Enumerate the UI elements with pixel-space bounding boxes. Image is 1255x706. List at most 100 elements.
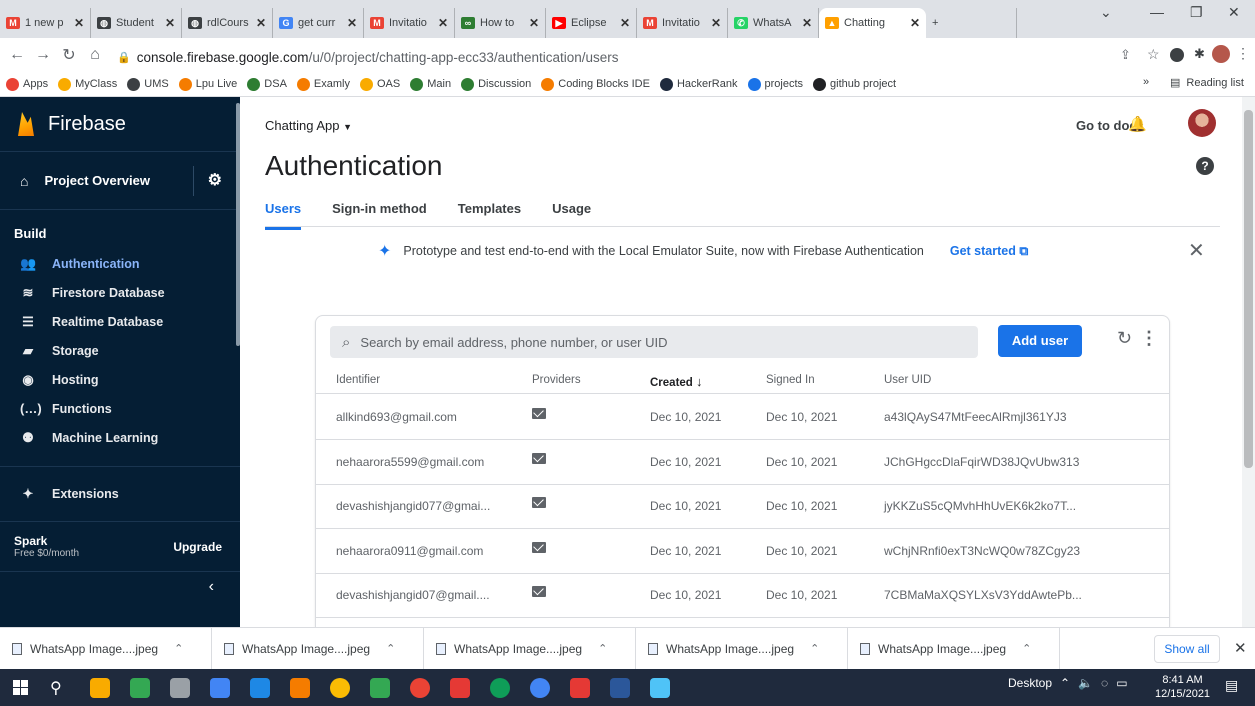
- chevron-up-icon[interactable]: ⌃: [810, 642, 819, 655]
- browser-tab[interactable]: ∞ How to ✕: [455, 8, 546, 38]
- app-icon[interactable]: [640, 669, 680, 706]
- close-tab-icon[interactable]: ✕: [802, 16, 812, 30]
- gear-icon[interactable]: ⚙: [192, 165, 222, 196]
- column-user-uid[interactable]: User UID: [884, 374, 931, 386]
- browser-tab[interactable]: ✆ WhatsA ✕: [728, 8, 819, 38]
- table-row[interactable]: nehaarora5599@gmail.com Dec 10, 2021 Dec 1…: [316, 440, 1169, 485]
- browser-tab[interactable]: M Invitatio ✕: [637, 8, 728, 38]
- table-row[interactable]: nehaarora0911@gmail.com Dec 10, 2021 Dec 1…: [316, 529, 1169, 574]
- chevron-up-icon[interactable]: ⌃: [598, 642, 607, 655]
- notification-bell-icon[interactable]: 🔔: [1128, 115, 1147, 133]
- help-icon[interactable]: ?: [1196, 157, 1214, 175]
- table-row[interactable]: allkind693@gmail.com Dec 10, 2021 Dec 10, …: [316, 395, 1169, 440]
- chrome-icon[interactable]: [520, 669, 560, 706]
- clock[interactable]: 8:41 AM 12/15/2021: [1155, 673, 1210, 701]
- avatar[interactable]: [1188, 109, 1216, 137]
- close-tab-icon[interactable]: ✕: [347, 16, 357, 30]
- browser-tab[interactable]: M 1 new p ✕: [0, 8, 91, 38]
- download-item[interactable]: WhatsApp Image....jpeg ⌃: [0, 627, 212, 670]
- get-started-link[interactable]: Get started ⧉: [950, 244, 1028, 259]
- browser-tab[interactable]: ◍ Student ✕: [91, 8, 182, 38]
- add-user-button[interactable]: Add user: [998, 325, 1082, 357]
- browser-tab[interactable]: ◍ rdlCours ✕: [182, 8, 273, 38]
- extension-icon[interactable]: [1170, 48, 1184, 62]
- browser-menu-icon[interactable]: ⋮: [1236, 45, 1250, 62]
- edge-icon[interactable]: [120, 669, 160, 706]
- chevron-up-icon[interactable]: ⌃: [386, 642, 395, 655]
- app-icon[interactable]: [280, 669, 320, 706]
- app-icon[interactable]: [160, 669, 200, 706]
- chrome-icon[interactable]: [480, 669, 520, 706]
- more-bookmarks-icon[interactable]: »: [1143, 76, 1150, 88]
- bookmark-item[interactable]: UMS: [127, 77, 169, 91]
- notifications-icon[interactable]: ▤: [1225, 677, 1238, 694]
- download-item[interactable]: WhatsApp Image....jpeg ⌃: [848, 627, 1060, 670]
- search-icon[interactable]: ⚲: [40, 669, 80, 706]
- sidebar-item-storage[interactable]: ▰ Storage: [0, 336, 240, 365]
- chrome-icon[interactable]: [400, 669, 440, 706]
- share-icon[interactable]: ⇪: [1120, 47, 1131, 63]
- app-icon[interactable]: [560, 669, 600, 706]
- refresh-icon[interactable]: ↻: [1117, 328, 1132, 349]
- project-selector[interactable]: Chatting App ▼: [265, 118, 352, 133]
- puzzle-icon[interactable]: ✱: [1194, 46, 1205, 62]
- chrome-icon[interactable]: [320, 669, 360, 706]
- close-tab-icon[interactable]: ✕: [910, 16, 920, 30]
- download-item[interactable]: WhatsApp Image....jpeg ⌃: [424, 627, 636, 670]
- browser-tab[interactable]: M Invitatio ✕: [364, 8, 455, 38]
- close-tab-icon[interactable]: ✕: [256, 16, 266, 30]
- page-scrollbar-thumb[interactable]: [1244, 110, 1253, 468]
- column-identifier[interactable]: Identifier: [336, 374, 380, 386]
- close-window-icon[interactable]: ✕: [1228, 4, 1240, 21]
- chevron-up-icon[interactable]: ⌃: [174, 642, 183, 655]
- forward-icon[interactable]: →: [30, 46, 56, 64]
- sidebar-header[interactable]: Firebase: [0, 97, 240, 152]
- browser-tab[interactable]: Gget curr ✕: [273, 8, 364, 38]
- chevron-up-icon[interactable]: ⌃: [1060, 676, 1070, 690]
- bookmark-item[interactable]: OAS: [359, 77, 400, 91]
- collapse-sidebar-icon[interactable]: ‹: [0, 572, 240, 596]
- back-icon[interactable]: ←: [4, 46, 30, 64]
- close-tab-icon[interactable]: ✕: [438, 16, 448, 30]
- app-icon[interactable]: [200, 669, 240, 706]
- table-row[interactable]: devashishjangid07@gmail.... Dec 10, 2021 D…: [316, 573, 1169, 618]
- close-banner-icon[interactable]: ✕: [1188, 238, 1205, 263]
- new-tab-icon[interactable]: +: [926, 8, 1017, 38]
- speaker-icon[interactable]: 🔈: [1078, 676, 1093, 690]
- close-tab-icon[interactable]: ✕: [165, 16, 175, 30]
- download-item[interactable]: WhatsApp Image....jpeg ⌃: [212, 627, 424, 670]
- bookmark-item[interactable]: MyClass: [58, 77, 117, 91]
- bookmark-star-icon[interactable]: ☆: [1147, 46, 1160, 63]
- bookmark-item[interactable]: HackerRank: [659, 77, 738, 91]
- bookmark-item[interactable]: DSA: [247, 77, 287, 91]
- file-explorer-icon[interactable]: [80, 669, 120, 706]
- sidebar-item-functions[interactable]: (…) Functions: [0, 394, 240, 423]
- reading-list[interactable]: ▤ Reading list: [1170, 76, 1244, 89]
- app-icon[interactable]: [360, 669, 400, 706]
- column-signed-in[interactable]: Signed In: [766, 374, 815, 386]
- build-heading[interactable]: Build: [0, 210, 240, 249]
- minimize-icon[interactable]: —: [1150, 4, 1164, 20]
- sidebar-item-hosting[interactable]: ◉ Hosting: [0, 365, 240, 394]
- table-row[interactable]: devashishjangid077@gmai... Dec 10, 2021 De…: [316, 484, 1169, 529]
- sidebar-item-extensions[interactable]: ✦ Extensions: [0, 467, 240, 521]
- bookmark-item[interactable]: Coding Blocks IDE: [541, 77, 650, 91]
- sidebar-item-firestore-database[interactable]: ≋ Firestore Database: [0, 278, 240, 307]
- close-tab-icon[interactable]: ✕: [711, 16, 721, 30]
- language-icon[interactable]: ◌: [1101, 676, 1108, 690]
- bookmark-item[interactable]: Discussion: [461, 77, 531, 91]
- bookmark-item[interactable]: Apps: [6, 77, 48, 91]
- bookmark-item[interactable]: Examly: [296, 77, 350, 91]
- show-all-button[interactable]: Show all: [1154, 635, 1220, 663]
- close-tab-icon[interactable]: ✕: [529, 16, 539, 30]
- chevron-up-icon[interactable]: ⌃: [1022, 642, 1031, 655]
- bookmark-item[interactable]: Lpu Live: [178, 77, 237, 91]
- url-field[interactable]: 🔒 console.firebase.google.com/u/0/projec…: [117, 45, 1017, 69]
- close-downloads-icon[interactable]: ✕: [1234, 639, 1247, 657]
- bookmark-item[interactable]: Main: [410, 77, 451, 91]
- bookmark-item[interactable]: projects: [747, 77, 803, 91]
- sidebar-item-authentication[interactable]: 👥 Authentication: [0, 249, 240, 278]
- vscode-icon[interactable]: [240, 669, 280, 706]
- word-icon[interactable]: [600, 669, 640, 706]
- home-icon[interactable]: ⌂: [82, 46, 108, 64]
